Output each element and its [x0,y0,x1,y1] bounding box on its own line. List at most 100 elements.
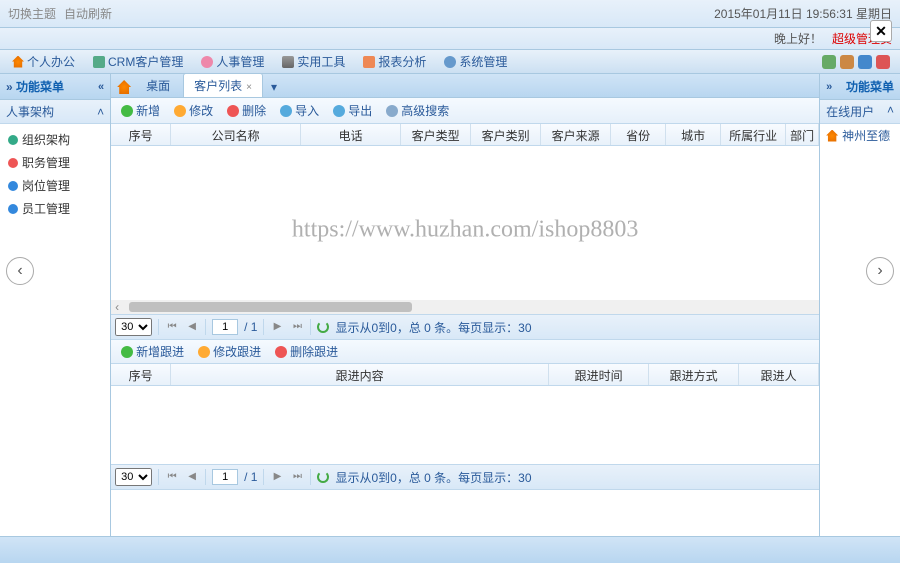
carousel-next-button[interactable]: › [866,257,894,285]
main-grid: 序号 公司名称 电话 客户类型 客户类别 客户来源 省份 城市 所属行业 部门 … [111,124,819,314]
adv-search-button[interactable]: 高级搜索 [380,100,455,121]
col-source[interactable]: 客户来源 [541,124,611,145]
col-person[interactable]: 跟进人 [739,364,819,385]
col-industry[interactable]: 所属行业 [721,124,786,145]
user-icon [826,130,838,142]
prev-page-button-2[interactable]: ◀ [185,470,199,484]
logout-icon[interactable] [876,55,890,69]
gear-icon [444,56,456,68]
col-seq2[interactable]: 序号 [111,364,171,385]
prev-page-button[interactable]: ◀ [185,320,199,334]
tab-dropdown-icon[interactable]: ▾ [265,77,283,97]
page-input-2[interactable] [212,469,238,485]
edit-followup-button[interactable]: 修改跟进 [192,341,267,362]
page-total-2: / 1 [244,470,257,484]
auto-refresh[interactable]: 自动刷新 [64,5,112,22]
col-type[interactable]: 客户类型 [401,124,471,145]
tab-home-icon[interactable] [117,80,131,94]
col-dept[interactable]: 部门 [786,124,819,145]
export-icon [333,105,345,117]
tab-close-icon[interactable]: × [246,82,252,93]
carousel-prev-button[interactable]: ‹ [6,257,34,285]
refresh-icon[interactable] [858,55,872,69]
h-scrollbar[interactable]: ‹ [111,300,819,314]
tree-duty[interactable]: 职务管理 [0,151,110,174]
bullet-icon [8,158,18,168]
tab-customer-list[interactable]: 客户列表× [183,73,263,97]
bullet-icon [8,204,18,214]
first-page-button-2[interactable]: ⏮ [165,470,179,484]
home-icon [12,56,24,68]
col-time[interactable]: 跟进时间 [549,364,649,385]
menu-hr[interactable]: 人事管理 [193,51,272,72]
left-sidebar: » 功能菜单 « 人事架构 ˄ 组织架构 职务管理 岗位管理 员工管理 [0,74,111,536]
col-content[interactable]: 跟进内容 [171,364,549,385]
grid-body[interactable]: https://www.huzhan.com/ishop8803 ‹ [111,146,819,314]
col-city[interactable]: 城市 [666,124,721,145]
pagesize-select-2[interactable]: 30 [115,468,152,486]
menu-report[interactable]: 报表分析 [355,51,434,72]
add-followup-button[interactable]: 新增跟进 [115,341,190,362]
import-button[interactable]: 导入 [274,100,325,121]
col-province[interactable]: 省份 [611,124,666,145]
tree-emp[interactable]: 员工管理 [0,197,110,220]
refresh-icon-2[interactable] [317,471,329,483]
menu-tools[interactable]: 实用工具 [274,51,353,72]
first-page-button[interactable]: ⏮ [165,320,179,334]
online-user-item[interactable]: 神州至德 [820,124,900,147]
import-icon [280,105,292,117]
followup-grid-header: 序号 跟进内容 跟进时间 跟进方式 跟进人 [111,364,819,386]
tree-org[interactable]: 组织架构 [0,128,110,151]
hr-icon [201,56,213,68]
tree-post[interactable]: 岗位管理 [0,174,110,197]
edit-button[interactable]: 修改 [168,100,219,121]
minus-icon [227,105,239,117]
accordion-hr[interactable]: 人事架构 ˄ [0,100,110,124]
menu-crm[interactable]: CRM客户管理 [85,51,191,72]
pencil-icon [198,346,210,358]
theme-switch[interactable]: 切换主题 [8,5,56,22]
last-page-button-2[interactable]: ⏭ [290,470,304,484]
main-menu: 个人办公 CRM客户管理 人事管理 实用工具 报表分析 系统管理 [0,50,900,74]
greeting-label: 晚上好！ [774,30,822,47]
plus-icon [121,346,133,358]
crm-icon [93,56,105,68]
menu-personal[interactable]: 个人办公 [4,51,83,72]
minus-icon [275,346,287,358]
online-users-header[interactable]: 在线用户 ˄ [820,100,900,124]
collapse-left-icon[interactable]: « [98,81,104,93]
col-category[interactable]: 客户类别 [471,124,541,145]
menu-system[interactable]: 系统管理 [436,51,515,72]
left-panel-title: » 功能菜单 « [0,74,110,100]
datetime-label: 2015年01月11日 19:56:31 星期日 [714,5,892,22]
col-method[interactable]: 跟进方式 [649,364,739,385]
add-button[interactable]: 新增 [115,100,166,121]
tab-desktop[interactable]: 桌面 [135,73,181,97]
pager-top: 30 ⏮ ◀ / 1 ▶ ⏭ 显示从0到0，总 0 条。每页显示：30 [111,314,819,340]
page-total: / 1 [244,320,257,334]
pagesize-select[interactable]: 30 [115,318,152,336]
bullet-icon [8,181,18,191]
next-page-button[interactable]: ▶ [270,320,284,334]
export-button[interactable]: 导出 [327,100,378,121]
right-sidebar: » 功能菜单 在线用户 ˄ 神州至德 [819,74,900,536]
tab-strip: 桌面 客户列表× ▾ [111,74,819,98]
close-button[interactable]: ✕ [870,20,892,42]
followup-grid-body[interactable] [111,386,819,464]
last-page-button[interactable]: ⏭ [290,320,304,334]
col-phone[interactable]: 电话 [301,124,401,145]
toolbar-icon-1[interactable] [822,55,836,69]
next-page-button-2[interactable]: ▶ [270,470,284,484]
top-bar: 切换主题 自动刷新 2015年01月11日 19:56:31 星期日 [0,0,900,28]
chevron-up-icon: ˄ [97,105,104,119]
del-followup-button[interactable]: 删除跟进 [269,341,344,362]
page-input[interactable] [212,319,238,335]
pager-msg: 显示从0到0，总 0 条。每页显示：30 [335,319,531,336]
col-company[interactable]: 公司名称 [171,124,301,145]
pager-bottom: 30 ⏮ ◀ / 1 ▶ ⏭ 显示从0到0，总 0 条。每页显示：30 [111,464,819,490]
lock-icon[interactable] [840,55,854,69]
col-seq[interactable]: 序号 [111,124,171,145]
collapse-right-icon[interactable]: » [826,81,832,93]
delete-button[interactable]: 删除 [221,100,272,121]
refresh-icon[interactable] [317,321,329,333]
